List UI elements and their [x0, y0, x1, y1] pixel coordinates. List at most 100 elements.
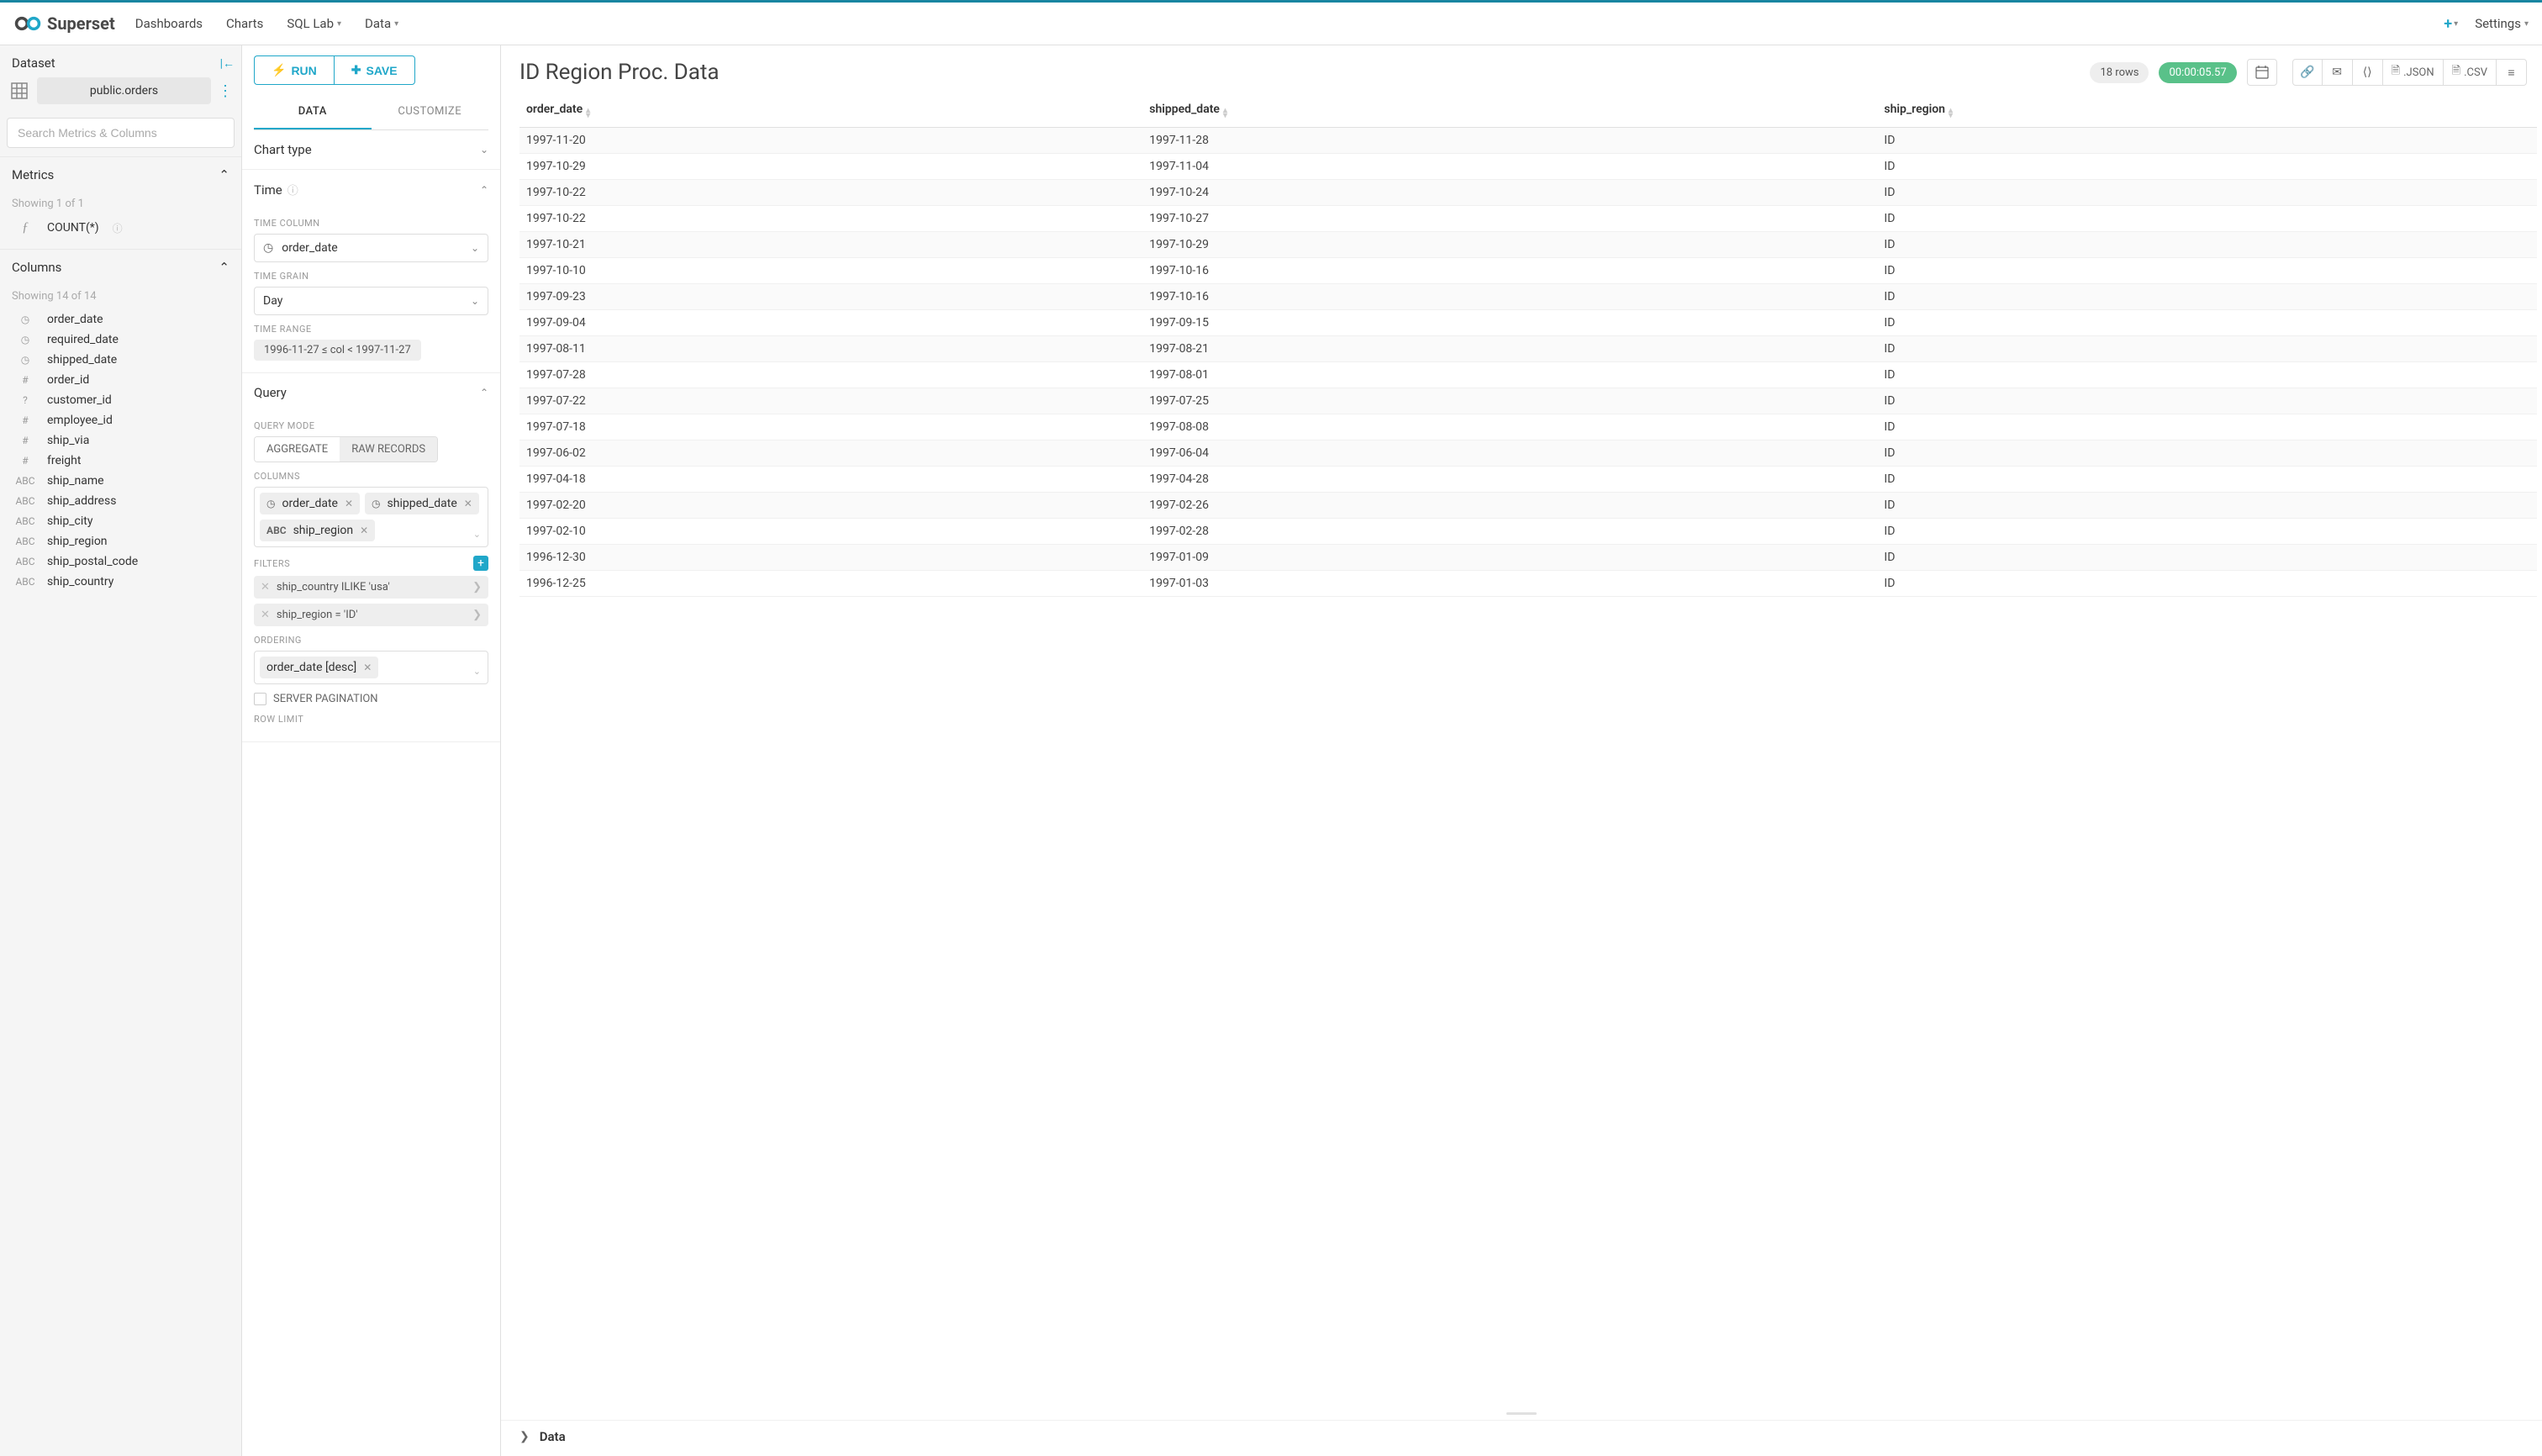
table-row: 1997-10-221997-10-27ID [519, 206, 2537, 232]
column-item[interactable]: ABCship_postal_code [10, 551, 231, 572]
column-item[interactable]: ◷ order_date [10, 309, 231, 330]
column-item[interactable]: #employee_id [10, 410, 231, 430]
nav-sqllab[interactable]: SQL Lab▾ [287, 16, 341, 31]
nav-data[interactable]: Data▾ [365, 16, 398, 31]
dataset-name[interactable]: public.orders [37, 77, 211, 104]
text-type-icon: ABC [13, 515, 37, 527]
run-button[interactable]: ⚡ RUN [254, 55, 334, 85]
column-item[interactable]: ABCship_address [10, 491, 231, 511]
table-row: 1997-10-211997-10-29ID [519, 232, 2537, 258]
column-item[interactable]: ABCship_region [10, 531, 231, 551]
nav-settings[interactable]: Settings▾ [2475, 16, 2529, 31]
query-mode-raw[interactable]: RAW RECORDS [340, 437, 437, 462]
table-cell: 1997-10-29 [1142, 232, 1877, 258]
remove-icon[interactable]: ✕ [360, 525, 368, 536]
table-header[interactable]: shipped_date▴▾ [1142, 94, 1877, 128]
export-json-button[interactable]: 🗎.JSON [2383, 59, 2444, 86]
time-column-select[interactable]: ◷ order_date ⌄ [254, 234, 488, 262]
remove-icon[interactable]: ✕ [345, 498, 353, 509]
table-cell: ID [1877, 571, 2537, 597]
time-column-label: TIME COLUMN [254, 218, 488, 229]
table-header[interactable]: ship_region▴▾ [1877, 94, 2537, 128]
column-item[interactable]: ABCship_country [10, 572, 231, 592]
column-name: freight [47, 454, 81, 467]
ordering-chip[interactable]: order_date [desc] ✕ [260, 657, 378, 678]
search-metrics-columns-input[interactable] [7, 118, 235, 148]
table-cell: 1997-11-28 [1142, 128, 1877, 154]
filter-pill[interactable]: ✕ship_region = 'ID'❯ [254, 604, 488, 626]
metrics-section-header[interactable]: Metrics ⌃ [0, 156, 241, 193]
add-filter-button[interactable]: + [473, 556, 488, 571]
nav-dashboards[interactable]: Dashboards [135, 16, 203, 31]
remove-icon[interactable]: ✕ [261, 581, 270, 593]
tab-customize[interactable]: CUSTOMIZE [372, 95, 489, 129]
logo-icon [13, 15, 42, 32]
new-button[interactable]: + ▾ [2444, 15, 2458, 33]
column-name: ship_country [47, 575, 113, 588]
column-name: ship_postal_code [47, 555, 138, 568]
embed-button[interactable]: ⟨⟩ [2353, 59, 2383, 86]
column-item[interactable]: #order_id [10, 370, 231, 390]
column-item[interactable]: ABCship_city [10, 511, 231, 531]
email-button[interactable]: ✉ [2323, 59, 2353, 86]
chart-title[interactable]: ID Region Proc. Data [519, 60, 2080, 85]
number-type-icon: # [13, 435, 37, 446]
plus-circle-icon: ✚ [351, 63, 361, 77]
time-section[interactable]: Timeⓘ ⌃ [242, 170, 500, 209]
columns-section-header[interactable]: Columns ⌃ [0, 249, 241, 285]
clock-icon: ◷ [13, 314, 37, 325]
more-actions-button[interactable]: ≡ [2497, 59, 2527, 86]
chart-type-section[interactable]: Chart type ⌄ [242, 130, 500, 169]
columns-chips-box[interactable]: ◷order_date✕◷shipped_date✕ABCship_region… [254, 487, 488, 547]
table-row: 1997-07-221997-07-25ID [519, 388, 2537, 414]
table-row: 1997-02-201997-02-26ID [519, 493, 2537, 519]
resize-handle[interactable] [501, 1406, 2542, 1420]
calendar-icon[interactable] [2247, 59, 2277, 86]
table-cell: 1997-07-25 [1142, 388, 1877, 414]
tab-data[interactable]: DATA [254, 95, 372, 129]
column-item[interactable]: ABCship_name [10, 471, 231, 491]
column-item[interactable]: #ship_via [10, 430, 231, 451]
time-grain-select[interactable]: Day ⌄ [254, 287, 488, 315]
server-pagination-checkbox[interactable]: SERVER PAGINATION [254, 693, 488, 705]
column-item[interactable]: ?customer_id [10, 390, 231, 410]
table-cell: ID [1877, 493, 2537, 519]
table-cell: 1997-07-22 [519, 388, 1142, 414]
collapse-panel-icon[interactable]: |← [220, 56, 235, 71]
column-item[interactable]: ◷shipped_date [10, 350, 231, 370]
brand-logo[interactable]: Superset [13, 13, 115, 34]
column-chip[interactable]: ABCship_region✕ [260, 520, 375, 541]
remove-icon[interactable]: ✕ [261, 609, 270, 621]
table-row: 1997-04-181997-04-28ID [519, 467, 2537, 493]
column-name: order_date [47, 313, 103, 326]
column-item[interactable]: #freight [10, 451, 231, 471]
table-cell: ID [1877, 414, 2537, 440]
table-row: 1996-12-301997-01-09ID [519, 545, 2537, 571]
query-mode-aggregate[interactable]: AGGREGATE [255, 437, 340, 462]
query-section[interactable]: Query ⌃ [242, 373, 500, 412]
export-csv-button[interactable]: 🗎.CSV [2444, 59, 2497, 86]
text-type-icon: ABC [13, 475, 37, 487]
top-navbar: Superset Dashboards Charts SQL Lab▾ Data… [0, 0, 2542, 45]
filter-pill[interactable]: ✕ship_country ILIKE 'usa'❯ [254, 576, 488, 599]
table-row: 1997-07-181997-08-08ID [519, 414, 2537, 440]
column-chip[interactable]: ◷order_date✕ [260, 493, 360, 514]
ordering-select[interactable]: order_date [desc] ✕ ⌄ [254, 651, 488, 684]
code-icon: ⟨⟩ [2363, 66, 2372, 79]
remove-icon[interactable]: ✕ [464, 498, 472, 509]
save-button[interactable]: ✚ SAVE [334, 55, 415, 85]
copy-link-button[interactable]: 🔗 [2292, 59, 2323, 86]
chip-label: order_date [282, 497, 338, 510]
data-drawer-toggle[interactable]: ❯ Data [501, 1420, 2542, 1456]
dataset-more-icon[interactable]: ⋮ [218, 82, 233, 100]
table-header[interactable]: order_date▴▾ [519, 94, 1142, 128]
caret-down-icon: ▾ [337, 19, 341, 29]
time-range-pill[interactable]: 1996-11-27 ≤ col < 1997-11-27 [254, 340, 421, 361]
remove-icon[interactable]: ✕ [363, 662, 372, 673]
metric-item[interactable]: ƒ COUNT(*) ⓘ [10, 217, 231, 239]
filters-label: FILTERS [254, 558, 290, 569]
table-cell: 1997-10-29 [519, 154, 1142, 180]
column-chip[interactable]: ◷shipped_date✕ [365, 493, 479, 514]
column-item[interactable]: ◷required_date [10, 330, 231, 350]
nav-charts[interactable]: Charts [226, 16, 263, 31]
